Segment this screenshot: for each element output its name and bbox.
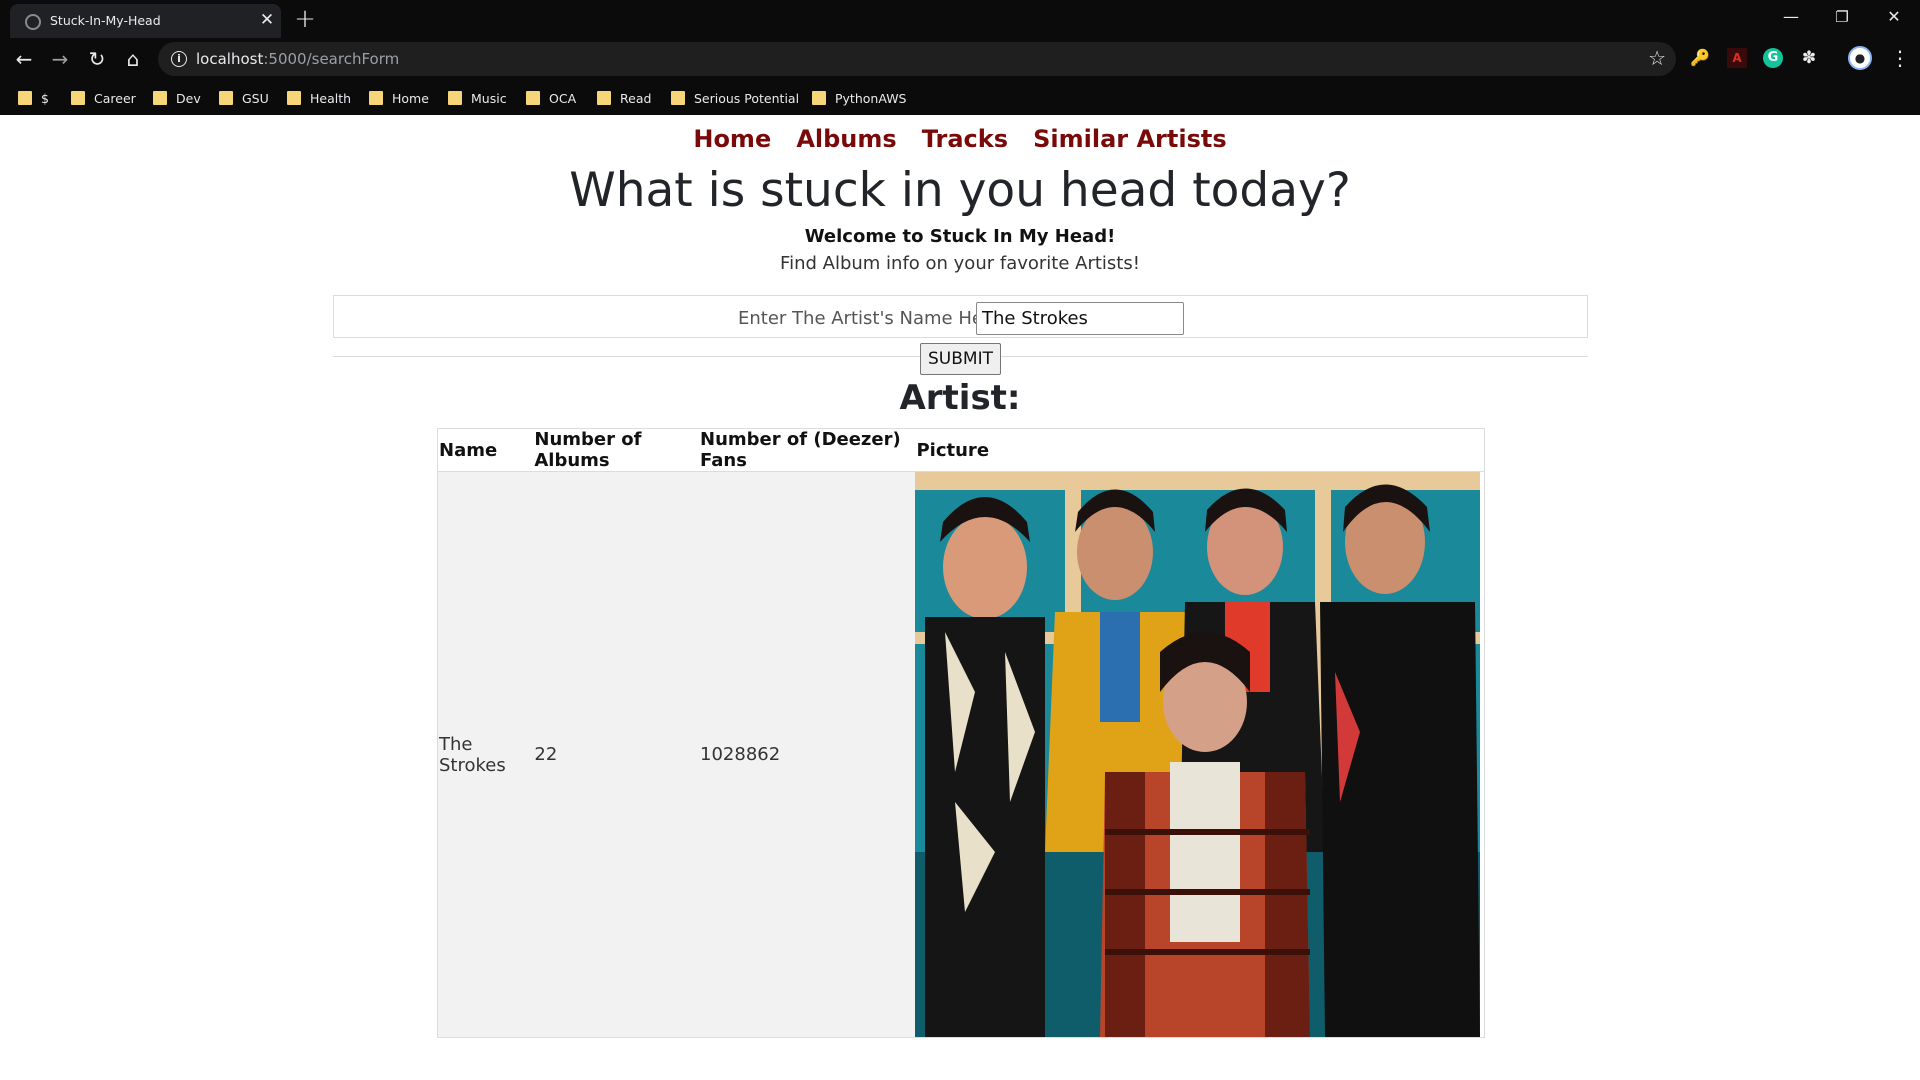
bookmark-read[interactable]: Read [597, 88, 651, 108]
search-form: Enter The Artist's Name Here: [333, 295, 1588, 338]
browser-tab[interactable]: Stuck-In-My-Head ✕ [10, 4, 281, 38]
folder-icon [71, 91, 85, 105]
pdf-extension-icon[interactable]: A [1727, 48, 1747, 68]
bookmarks-bar: $ Career Dev GSU Health Home Music OCA R… [0, 80, 1920, 115]
bookmark-pythonaws[interactable]: PythonAWS [812, 88, 907, 108]
bookmark-dev[interactable]: Dev [153, 88, 201, 108]
artist-name-input[interactable] [976, 302, 1184, 335]
nav-link-albums[interactable]: Albums [796, 125, 896, 153]
reload-icon[interactable]: ↻ [84, 45, 110, 73]
bookmark-career[interactable]: Career [71, 88, 136, 108]
nav-link-tracks[interactable]: Tracks [922, 125, 1008, 153]
bookmark-dollar[interactable]: $ [18, 88, 49, 108]
artist-table: Name Number of Albums Number of (Deezer)… [437, 428, 1485, 1038]
folder-icon [153, 91, 167, 105]
menu-icon[interactable]: ⋮ [1890, 46, 1910, 70]
folder-icon [597, 91, 611, 105]
folder-icon [18, 91, 32, 105]
bookmark-star-icon[interactable]: ☆ [1648, 46, 1666, 70]
welcome-text: Welcome to Stuck In My Head! [804, 226, 1116, 247]
column-header-albums: Number of Albums [533, 428, 700, 472]
fan-count-cell: 1028862 [699, 471, 916, 1038]
new-tab-button[interactable]: + [293, 5, 317, 33]
bookmark-home[interactable]: Home [369, 88, 429, 108]
artist-name-cell: The Strokes [437, 471, 534, 1038]
folder-icon [219, 91, 233, 105]
forward-icon[interactable]: → [47, 45, 73, 73]
folder-icon [812, 91, 826, 105]
album-count-cell: 22 [533, 471, 700, 1038]
restore-button[interactable]: ❐ [1822, 5, 1862, 29]
folder-icon [448, 91, 462, 105]
column-header-name: Name [437, 428, 534, 472]
artist-name-label: Enter The Artist's Name Here: [738, 308, 1008, 329]
back-icon[interactable]: ← [11, 45, 37, 73]
page-title: What is stuck in you head today? [569, 163, 1351, 218]
browser-toolbar: ← → ↻ ⌂ i localhost:5000/searchForm ☆ 🔑 … [0, 38, 1920, 80]
url-text[interactable]: localhost:5000/searchForm [196, 50, 399, 68]
globe-icon [25, 14, 41, 30]
minimize-button[interactable]: — [1771, 5, 1811, 29]
gear-extension-icon[interactable]: ✽ [1799, 48, 1819, 68]
folder-icon [287, 91, 301, 105]
artist-picture-cell [915, 471, 1485, 1038]
home-icon[interactable]: ⌂ [120, 45, 146, 73]
tab-title: Stuck-In-My-Head [50, 13, 161, 28]
browser-tab-strip: Stuck-In-My-Head ✕ + — ❐ ✕ [0, 0, 1920, 38]
folder-icon [369, 91, 383, 105]
url-host: localhost [196, 50, 264, 68]
subtitle-text: Find Album info on your favorite Artists… [780, 253, 1140, 274]
folder-icon [526, 91, 540, 105]
url-path: :5000/searchForm [263, 50, 400, 68]
page-content: Home Albums Tracks Similar Artists What … [0, 115, 1920, 1077]
bookmark-music[interactable]: Music [448, 88, 507, 108]
bookmark-health[interactable]: Health [287, 88, 351, 108]
submit-button[interactable]: SUBMIT [920, 343, 1001, 375]
column-header-fans: Number of (Deezer) Fans [699, 428, 916, 472]
bookmark-serious-potential[interactable]: Serious Potential [671, 88, 799, 108]
column-header-picture: Picture [915, 428, 1485, 472]
info-icon[interactable]: i [171, 51, 187, 67]
table-row: The Strokes 22 1028862 [437, 471, 1485, 1038]
folder-icon [671, 91, 685, 105]
bookmark-oca[interactable]: OCA [526, 88, 576, 108]
artist-photo [915, 472, 1481, 1037]
bookmark-gsu[interactable]: GSU [219, 88, 269, 108]
nav-link-similar-artists[interactable]: Similar Artists [1033, 125, 1227, 153]
profile-avatar-icon[interactable]: ● [1848, 46, 1872, 70]
close-window-button[interactable]: ✕ [1874, 5, 1914, 29]
table-header-row: Name Number of Albums Number of (Deezer)… [437, 428, 1485, 472]
close-tab-icon[interactable]: ✕ [258, 10, 276, 30]
site-nav: Home Albums Tracks Similar Artists [0, 125, 1920, 153]
key-extension-icon[interactable]: 🔑 [1690, 48, 1710, 68]
address-bar[interactable]: i localhost:5000/searchForm ☆ [158, 42, 1676, 76]
grammarly-extension-icon[interactable]: G [1763, 48, 1783, 68]
artist-heading: Artist: [899, 378, 1021, 418]
nav-link-home[interactable]: Home [693, 125, 771, 153]
